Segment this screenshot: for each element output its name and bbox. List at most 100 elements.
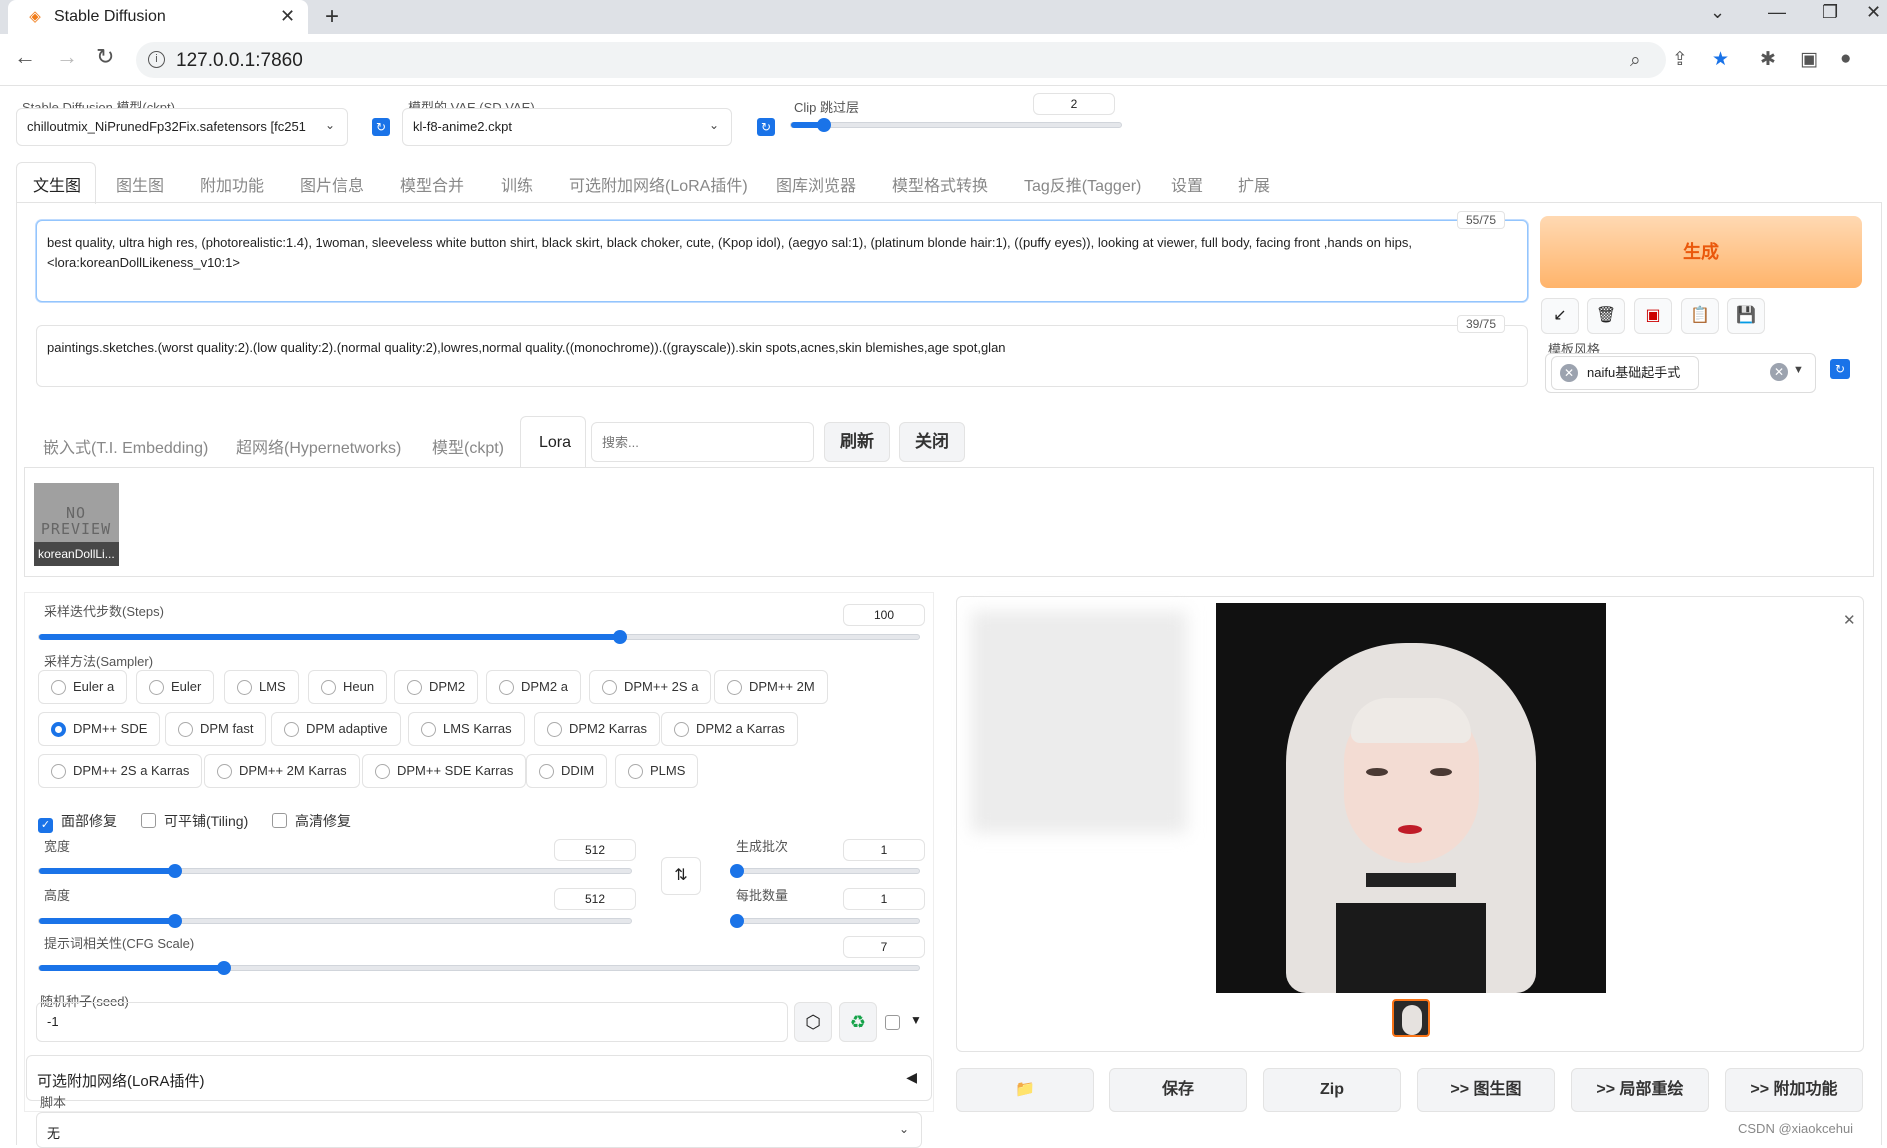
zip-button[interactable]: Zip	[1263, 1068, 1401, 1112]
batch-size-value[interactable]: 1	[843, 888, 925, 910]
negative-prompt-input[interactable]: paintings.sketches.(worst quality:2).(lo…	[36, 325, 1528, 387]
send-img2img-button[interactable]: >> 图生图	[1417, 1068, 1555, 1112]
script-select[interactable]: 无 ⌄	[36, 1112, 922, 1148]
send-extras-button[interactable]: >> 附加功能	[1725, 1068, 1863, 1112]
caret-down-icon[interactable]: ▼	[910, 1013, 922, 1027]
site-info-icon[interactable]: i	[148, 51, 165, 68]
width-value[interactable]: 512	[554, 839, 636, 861]
tab-img2img[interactable]: 图生图	[116, 172, 164, 196]
sampler-option[interactable]: DPM++ 2M Karras	[204, 754, 360, 788]
tab-txt2img[interactable]: 文生图	[33, 172, 81, 196]
arrow-icon[interactable]: ↙	[1541, 298, 1579, 334]
swap-dimensions-icon[interactable]: ⇅	[661, 857, 701, 895]
tab-merge[interactable]: 模型合并	[400, 172, 464, 196]
recycle-icon[interactable]: ♻	[839, 1002, 877, 1042]
reload-icon[interactable]: ↻	[96, 44, 114, 70]
sampler-option[interactable]: Euler a	[38, 670, 128, 704]
extra-seed-checkbox[interactable]	[885, 1015, 900, 1030]
sampler-option[interactable]: LMS	[224, 670, 299, 704]
sampler-option[interactable]: DPM2 a	[486, 670, 581, 704]
tab-png-info[interactable]: 图片信息	[300, 172, 364, 196]
tab-ckpt[interactable]: 模型(ckpt)	[432, 434, 504, 458]
sampler-option[interactable]: DPM++ 2S a Karras	[38, 754, 203, 788]
cfg-slider[interactable]	[38, 961, 920, 975]
tab-search-icon[interactable]: ⌄	[1710, 2, 1725, 23]
tab-lora-plugin[interactable]: 可选附加网络(LoRA插件)	[569, 172, 748, 196]
height-slider[interactable]	[38, 914, 632, 928]
generated-image[interactable]	[1216, 603, 1606, 993]
tiling-checkbox[interactable]: 可平铺(Tiling)	[141, 811, 248, 831]
sampler-option[interactable]: DPM fast	[165, 712, 267, 746]
share-icon[interactable]: ⇪	[1672, 48, 1688, 71]
close-icon[interactable]: ✕	[280, 6, 295, 27]
red-card-icon[interactable]: ▣	[1634, 298, 1672, 334]
profile-icon[interactable]: ●	[1840, 48, 1851, 70]
refresh-style-icon[interactable]: ↻	[1830, 359, 1850, 379]
hires-checkbox[interactable]: 高清修复	[272, 811, 351, 831]
trash-icon[interactable]: 🗑	[1587, 298, 1625, 334]
seed-input[interactable]: -1	[36, 1002, 788, 1042]
sampler-option[interactable]: DPM2 a Karras	[661, 712, 798, 746]
tab-settings[interactable]: 设置	[1171, 172, 1203, 196]
sampler-option[interactable]: PLMS	[615, 754, 699, 788]
batch-count-value[interactable]: 1	[843, 839, 925, 861]
bookmark-star-icon[interactable]: ★	[1712, 48, 1729, 71]
sampler-option[interactable]: DPM++ 2S a	[589, 670, 712, 704]
lora-card[interactable]: NO PREVIEW koreanDollLi...	[34, 483, 119, 566]
send-inpaint-button[interactable]: >> 局部重绘	[1571, 1068, 1709, 1112]
close-icon[interactable]: ✕	[1843, 611, 1856, 629]
slider-thumb[interactable]	[216, 961, 231, 975]
slider-thumb[interactable]	[730, 864, 744, 878]
tab-embedding[interactable]: 嵌入式(T.I. Embedding)	[43, 434, 208, 458]
side-panel-icon[interactable]: ▣	[1800, 48, 1818, 71]
tab-extras[interactable]: 附加功能	[200, 172, 264, 196]
lora-plugin-accordion[interactable]: 可选附加网络(LoRA插件) ◀	[26, 1055, 932, 1101]
browser-tab[interactable]: ◈ Stable Diffusion ✕	[8, 0, 308, 34]
restore-icon[interactable]: ❐	[1822, 2, 1838, 23]
vae-select[interactable]: kl-f8-anime2.ckpt ⌄	[402, 108, 732, 146]
save-button[interactable]: 保存	[1109, 1068, 1247, 1112]
slider-thumb[interactable]	[730, 914, 744, 928]
folder-icon[interactable]: 📁	[956, 1068, 1094, 1112]
sampler-option[interactable]: DDIM	[526, 754, 608, 788]
batch-size-slider[interactable]	[730, 914, 920, 928]
sampler-option[interactable]: Heun	[308, 670, 388, 704]
minimize-icon[interactable]: —	[1768, 2, 1786, 23]
extensions-icon[interactable]: ✱	[1760, 48, 1776, 71]
new-tab-icon[interactable]: +	[325, 3, 339, 31]
sampler-option[interactable]: DPM2	[394, 670, 479, 704]
clip-value[interactable]: 2	[1033, 93, 1115, 115]
batch-count-slider[interactable]	[730, 864, 920, 878]
sampler-option[interactable]: DPM adaptive	[271, 712, 401, 746]
sampler-option[interactable]: DPM++ SDE	[38, 712, 161, 746]
zoom-icon[interactable]: ⌕	[1630, 50, 1641, 72]
face-restore-checkbox[interactable]: ✓ 面部修复	[38, 811, 117, 833]
back-icon[interactable]: ←	[14, 44, 36, 70]
style-chip[interactable]: ✕ naifu基础起手式	[1551, 356, 1699, 390]
clear-icon[interactable]: ✕	[1770, 363, 1788, 381]
window-close-icon[interactable]: ✕	[1866, 2, 1881, 23]
extra-search-input[interactable]	[591, 422, 814, 462]
generate-button[interactable]: 生成	[1540, 216, 1862, 288]
clip-slider[interactable]	[790, 118, 1122, 132]
sampler-option[interactable]: LMS Karras	[408, 712, 525, 746]
prompt-input[interactable]: best quality, ultra high res, (photoreal…	[36, 220, 1528, 302]
refresh-vae-icon[interactable]: ↻	[757, 118, 775, 136]
ckpt-select[interactable]: chilloutmix_NiPrunedFp32Fix.safetensors …	[16, 108, 348, 146]
height-value[interactable]: 512	[554, 888, 636, 910]
tab-extensions[interactable]: 扩展	[1238, 172, 1270, 196]
thumbnail[interactable]	[1392, 999, 1430, 1037]
slider-thumb[interactable]	[612, 630, 627, 644]
tab-tagger[interactable]: Tag反推(Tagger)	[1024, 172, 1141, 196]
width-slider[interactable]	[38, 864, 632, 878]
caret-down-icon[interactable]: ▼	[1793, 364, 1804, 376]
sampler-option[interactable]: Euler	[136, 670, 215, 704]
close-button[interactable]: 关闭	[899, 422, 965, 462]
tab-hypernetworks[interactable]: 超网络(Hypernetworks)	[236, 434, 401, 458]
refresh-ckpt-icon[interactable]: ↻	[372, 118, 390, 136]
address-bar[interactable]: i 127.0.0.1:7860 ⌕	[136, 42, 1666, 78]
sampler-option[interactable]: DPM++ SDE Karras	[362, 754, 527, 788]
clipboard-icon[interactable]: 📋	[1681, 298, 1719, 334]
url-text[interactable]: 127.0.0.1:7860	[176, 50, 303, 72]
save-icon[interactable]: 💾	[1727, 298, 1765, 334]
